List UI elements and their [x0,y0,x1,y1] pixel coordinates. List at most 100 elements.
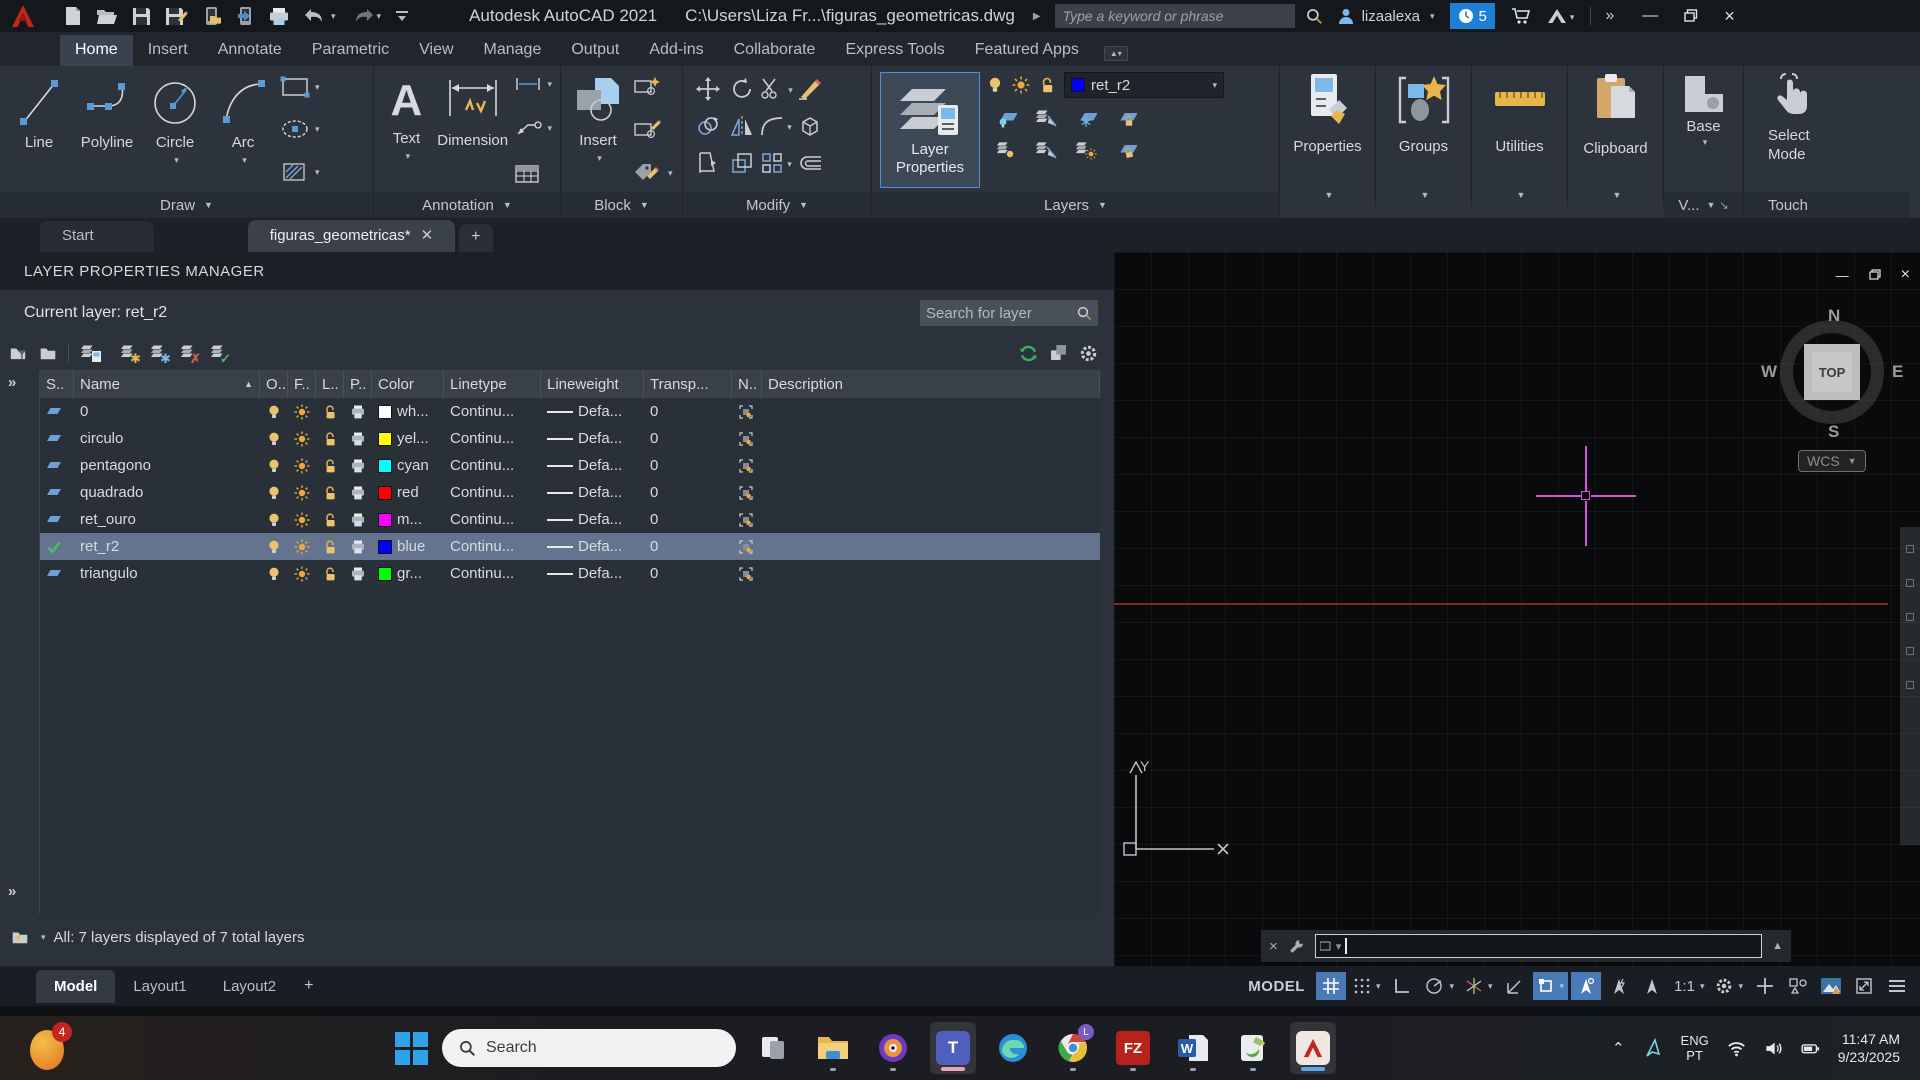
new-file-button[interactable] [64,6,82,26]
app-store-cart-icon[interactable] [1511,7,1531,25]
navigation-bar[interactable] [1900,527,1920,845]
layer-transparency-cell[interactable]: 0 [644,398,732,425]
layer-lineweight-cell[interactable]: Defa... [541,398,644,425]
layer-lock-toggle[interactable] [316,506,344,533]
layer-lock-toggle[interactable] [316,425,344,452]
layer-description-cell[interactable] [762,452,1100,479]
tab-output[interactable]: Output [556,35,634,66]
layer-color-cell[interactable]: blue [372,533,444,560]
table-tool-button[interactable] [514,164,552,184]
viewport-restore-button[interactable] [1869,266,1881,284]
customize-quick-access-button[interactable] [395,10,409,22]
chrome-button[interactable]: L [1050,1022,1096,1074]
column-linetype[interactable]: Linetype [444,370,541,398]
overflow-chevrons-icon[interactable]: » [1605,7,1614,25]
base-icon[interactable] [1681,72,1727,116]
layer-color-cell[interactable]: m... [372,506,444,533]
tab-add-ins[interactable]: Add-ins [634,35,718,66]
layer-linetype-cell[interactable]: Continu... [444,425,541,452]
footer-filter-dropdown-icon[interactable]: ▾ [41,932,46,943]
array-tool-button[interactable]: ▾ [760,151,792,175]
layer-plot-toggle[interactable] [344,560,372,587]
layer-vp-freeze-cell[interactable] [732,425,762,452]
command-customize-wrench-icon[interactable] [1288,938,1305,955]
settings-gear-button[interactable] [1079,344,1098,363]
redo-button[interactable]: ▾ [350,8,382,24]
ortho-mode-toggle[interactable] [1387,972,1417,1000]
all-filter-icon[interactable] [10,928,30,946]
copy-tool-button[interactable] [696,115,720,137]
layer-transparency-cell[interactable]: 0 [644,506,732,533]
layer-row-pentagono[interactable]: pentagono cyan Continu... Defa... 0 [40,452,1100,479]
column-new-vp-freeze[interactable]: N.. [732,370,762,398]
scale-tool-button[interactable] [730,151,754,175]
object-snap-toggle[interactable]: ▾ [1533,972,1569,1000]
layer-thaw-all-button[interactable] [1074,140,1098,160]
notification-badge[interactable]: 5 [1450,3,1494,29]
layer-color-cell[interactable]: wh... [372,398,444,425]
layer-freeze-toggle[interactable] [288,398,316,425]
taskbar-search-box[interactable]: Search [442,1029,736,1067]
viewcube-east[interactable]: E [1892,362,1903,382]
layer-lock-toggle[interactable] [316,452,344,479]
undo-button[interactable]: ▾ [304,8,336,24]
viewcube-south[interactable]: S [1828,422,1839,442]
undo-dropdown[interactable]: ▾ [331,11,336,22]
layer-vp-freeze-cell[interactable] [732,398,762,425]
isodraft-toggle[interactable]: ▾ [1461,972,1497,1000]
language-indicator[interactable]: ENGPT [1681,1033,1709,1063]
layer-unlock-icon[interactable] [1038,76,1056,94]
layout1-tab[interactable]: Layout1 [115,970,204,1003]
wifi-icon[interactable] [1727,1039,1746,1058]
layer-search-input[interactable] [926,305,1076,322]
open-from-web-mobile-button[interactable] [202,6,222,26]
layer-plot-toggle[interactable] [344,479,372,506]
autoscale-toggle[interactable] [1604,972,1634,1000]
task-view-button[interactable] [750,1022,796,1074]
notepadpp-button[interactable] [1230,1022,1276,1074]
battery-icon[interactable] [1801,1039,1820,1058]
layer-lock-toggle[interactable] [316,533,344,560]
help-search-input[interactable] [1055,4,1295,28]
layer-on-toggle[interactable] [260,425,288,452]
save-as-button[interactable] [165,7,188,26]
layer-lineweight-cell[interactable]: Defa... [541,506,644,533]
layer-color-cell[interactable]: red [372,479,444,506]
layer-vp-freeze-cell[interactable] [732,452,762,479]
hatch-tool-button[interactable]: ▾ [280,160,320,184]
tray-show-hidden-icons[interactable]: ⌃ [1612,1039,1625,1057]
redo-dropdown[interactable]: ▾ [377,11,382,22]
stretch-tool-button[interactable] [696,151,720,175]
layer-description-cell[interactable] [762,506,1100,533]
file-tab-document[interactable]: figuras_geometricas* ✕ [248,220,455,252]
column-on[interactable]: O.. [260,370,288,398]
panel-clipboard[interactable]: Clipboard ▼ [1568,66,1664,206]
tab-parametric[interactable]: Parametric [297,35,404,66]
leader-tool-button[interactable]: ▾ [514,119,552,137]
column-lock[interactable]: L.. [316,370,344,398]
annotation-panel-label[interactable]: Annotation▼ [374,192,560,218]
layer-description-cell[interactable] [762,479,1100,506]
layer-plot-toggle[interactable] [344,452,372,479]
layer-make-current-button[interactable] [1034,108,1058,128]
tray-pen-cursor-icon[interactable] [1643,1038,1663,1058]
snap-mode-toggle[interactable]: ▾ [1349,972,1385,1000]
expand-filter-tree-bottom-icon[interactable]: » [8,883,16,900]
layer-lineweight-cell[interactable]: Defa... [541,425,644,452]
window-minimize-button[interactable]: — [1642,7,1658,25]
column-name[interactable]: Name▲ [74,370,260,398]
base-button[interactable]: Base [1686,118,1720,135]
layer-color-cell[interactable]: gr... [372,560,444,587]
line-tool-button[interactable]: Line [8,72,70,151]
tab-view[interactable]: View [404,35,468,66]
object-snap-tracking-toggle[interactable] [1500,972,1530,1000]
layer-lock-toggle[interactable] [316,398,344,425]
firefox-button[interactable] [870,1022,916,1074]
autocad-taskbar-button[interactable] [1290,1022,1336,1074]
layer-freeze-button[interactable] [1075,108,1097,128]
word-button[interactable]: W [1170,1022,1216,1074]
column-description[interactable]: Description [762,370,1100,398]
ellipse-tool-button[interactable]: ▾ [280,118,320,140]
viewport-close-button[interactable]: × [1901,266,1910,284]
file-explorer-button[interactable] [810,1022,856,1074]
